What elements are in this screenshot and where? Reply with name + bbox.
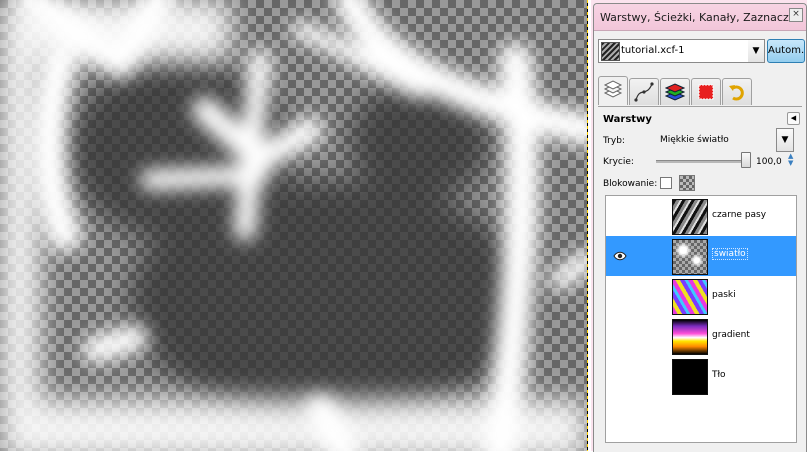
layers-icon [603,80,623,98]
tab-layers[interactable] [598,76,628,105]
lock-alpha-icon[interactable] [679,175,695,191]
layer-row[interactable]: czarne pasy [606,196,796,236]
image-thumbnail [601,42,620,61]
mode-select[interactable]: Miękkie światło [656,128,774,150]
layer-thumbnail [672,359,708,395]
layer-name: paski [712,290,736,300]
tab-undo-history[interactable] [722,78,752,105]
chain-toggle[interactable] [636,246,650,266]
layer-row[interactable]: światło [606,236,796,276]
eye-icon[interactable] [613,250,627,262]
chain-toggle[interactable] [636,206,650,226]
layer-name: czarne pasy [712,210,767,220]
image-name: tutorial.xcf-1 [621,45,685,56]
dock-tabs [598,74,802,107]
chain-toggle[interactable] [636,326,650,346]
opacity-label: Krycie: [603,157,634,167]
opacity-slider-handle[interactable] [741,152,751,168]
layers-dock: Warstwy, Ścieżki, Kanały, Zaznacz... × t… [591,0,807,452]
pane-menu-icon[interactable]: ◀ [787,112,800,125]
layer-thumbnail [672,199,708,235]
dock-title: Warstwy, Ścieżki, Kanały, Zaznacz... [600,11,800,24]
paths-icon [634,82,654,102]
channels-icon [665,83,685,101]
layer-thumbnail [672,319,708,355]
mode-value: Miękkie światło [660,135,729,145]
tab-channels[interactable] [660,78,690,105]
layer-thumbnail [672,279,708,315]
mode-label: Tryb: [603,136,625,146]
layer-row[interactable]: paski [606,276,796,316]
pane-title: Warstwy [603,114,652,125]
image-canvas[interactable] [0,0,587,451]
layer-name: Tło [712,370,726,380]
layer-thumbnail [672,239,708,275]
selection-icon [698,84,714,100]
lock-label: Blokowanie: [603,179,658,189]
layer-row[interactable]: Tło [606,356,796,396]
layer-name: gradient [712,330,750,340]
tab-selection[interactable] [691,78,721,105]
image-selector-row: tutorial.xcf-1 ▼ Autom. [598,36,805,66]
dock-window: Warstwy, Ścieżki, Kanały, Zaznacz... × t… [593,3,807,452]
chain-toggle[interactable] [636,366,650,386]
tab-paths[interactable] [629,78,659,105]
layers-list[interactable]: czarne pasy światło paski gradient Tło [605,195,797,443]
spin-arrows-icon[interactable]: ▲ ▼ [788,153,796,169]
opacity-value[interactable]: 100,0 [756,157,782,167]
chain-toggle[interactable] [636,286,650,306]
undo-icon [729,85,744,101]
lock-pixels-checkbox[interactable] [660,177,672,189]
chevron-down-icon[interactable]: ▼ [748,39,765,63]
image-select[interactable]: tutorial.xcf-1 [598,39,750,63]
close-icon[interactable]: × [789,8,803,22]
layer-name: światło [712,248,748,260]
layer-row[interactable]: gradient [606,316,796,356]
canvas-artwork [0,0,587,451]
auto-button[interactable]: Autom. [767,39,805,63]
opacity-slider[interactable] [656,160,746,163]
dock-title-bar[interactable]: Warstwy, Ścieżki, Kanały, Zaznacz... × [594,4,806,31]
chevron-down-icon[interactable]: ▼ [776,128,794,152]
